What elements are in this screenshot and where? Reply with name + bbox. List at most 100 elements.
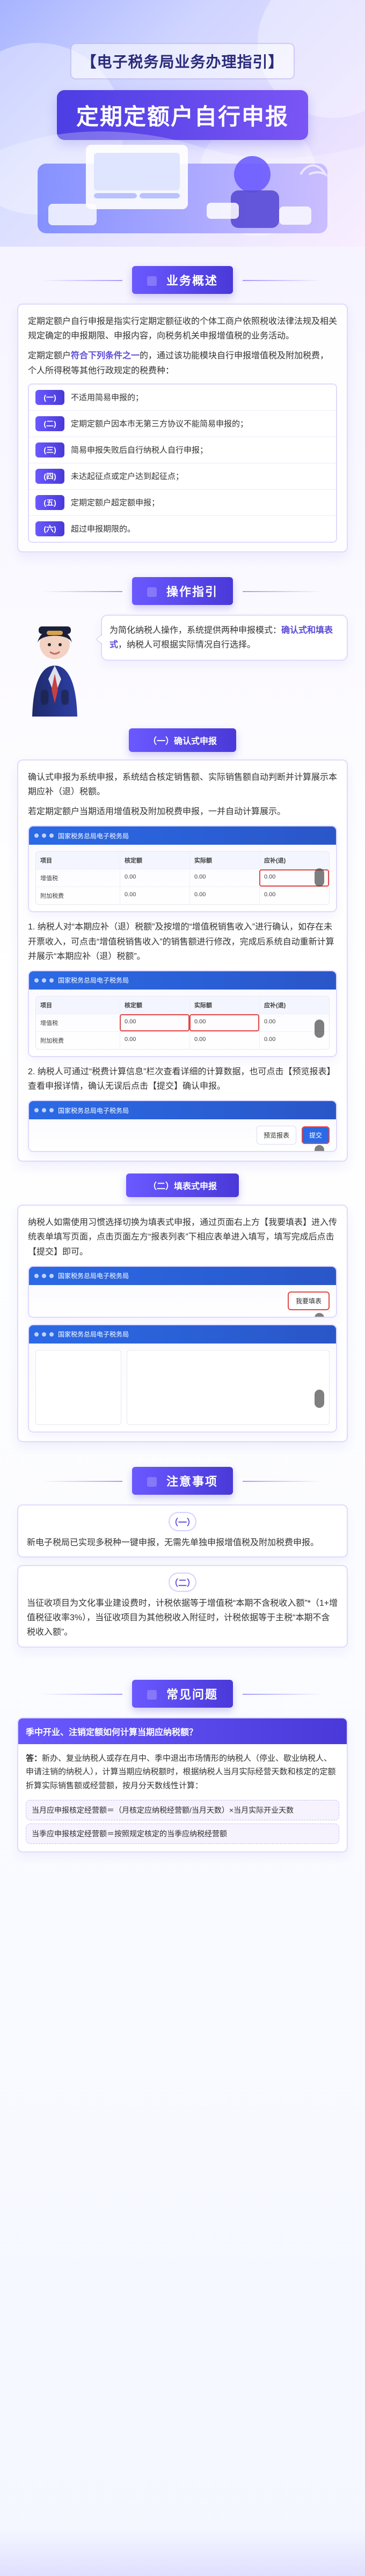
notes-icon [147,1477,157,1487]
condition-tag: (四) [35,468,64,484]
faq-label: 常见问题 [166,1687,218,1701]
calc-cell: 增值税 [40,1020,58,1027]
notes-pill: 注意事项 [41,1466,233,1495]
faq-formula: 当月应申报核定经营额＝（月核定应纳税经营额/当月天数）×当月实际开业天数 [26,1800,339,1821]
conditions-list: (一) 不适用简易申报的； (二) 定期定额户因本市无第三方协议不能简易申报的；… [28,383,337,543]
screenshot-content: 预览报表 提交 [29,1119,336,1152]
overview-pill: 业务概述 [41,266,233,294]
screenshot-form-toolbar: 国家税务总局电子税务局 我要填表 [28,1265,337,1318]
screenshot-titlebar: 国家税务总局电子税务局 [29,1266,336,1285]
calc-header-cell: 核定额 [120,852,189,869]
condition-tag: (三) [35,442,64,457]
window-dot [42,1273,46,1278]
screenshot-confirm-overview: 国家税务总局电子税务局 项目 核定额 实际额 应补(退) 增值税 0.00 0.… [28,825,337,913]
screenshot-titlebar: 国家税务总局电子税务局 [29,1101,336,1120]
window-dot [42,978,46,983]
hero-subtitle: 【电子税务局业务办理指引】 [70,43,295,79]
condition-tag: (五) [35,494,64,510]
side-floating-handle[interactable] [315,1019,324,1038]
operation-speech-bubble: 为简化纳税人操作，系统提供两种申报模式：确认式和填表式，纳税人可根据实际情况自行… [96,614,348,661]
window-dot [34,1273,39,1278]
confirm-paragraph-1: 确认式申报为系统申报，系统结合核定销售额、实际销售额自动判断并计算展示本期应补（… [28,772,338,796]
note-item: （二） 当征收项目为文化事业建设费时，计税依据等于增值税“本期不含税收入额”*（… [17,1565,348,1648]
screenshot-content: 我要填表 [29,1285,336,1317]
note-item: （一） 新电子税局已实现多税种一键申报，无需先单独申报增值税及附加税费申报。 [17,1504,348,1558]
condition-item: (三) 简易申报失败后自行纳税人自行申报； [29,436,336,463]
screenshot-content [29,1343,336,1431]
confirm-paragraph-2: 若定期定额户当期适用增值税及附加税费申报，一并自动计算展示。 [28,807,286,817]
calc-table: 项目 核定额 实际额 应补(退) 增值税 0.00 0.00 0.00 附加税费… [35,851,330,905]
calc-table-header: 项目 核定额 实际额 应补(退) [36,996,329,1014]
faq-pill: 常见问题 [41,1679,233,1708]
window-dot [34,1332,39,1337]
preview-report-button[interactable]: 预览报表 [256,1126,296,1145]
screenshot-confirm-step1: 国家税务总局电子税务局 项目 核定额 实际额 应补(退) 增值税 0.00 0.… [28,970,337,1057]
operation-section: 操作指引 为简化纳税人操作，系统提供两种申报模式：确认式和填表式，纳税人可根据实… [0,558,365,1448]
faq-answer-prefix: 答： [26,1753,42,1763]
screenshot-titlebar: 国家税务总局电子税务局 [29,826,336,845]
hero-banner: 【电子税务局业务办理指引】 定期定额户自行申报 [0,0,365,247]
overview-paragraph-1: 定期定额户自行申报是指实行定期定额征收的个体工商户依照税收法律法规及相关规定确定… [28,317,338,341]
screenshot-title: 国家税务总局电子税务局 [58,1106,129,1114]
window-dots [34,1273,54,1278]
faq-card: 季中开业、注销定额如何计算当期应纳税额？ 答：新办、复业纳税人或存在月中、季中退… [17,1717,348,1853]
condition-text: 简易申报失败后自行纳税人自行申报； [71,446,208,455]
window-dot [49,978,54,983]
form-card: 纳税人如需使用习惯选择切换为填表式申报，通过页面右上方【我要填表】进入传统表单填… [17,1205,348,1442]
calc-table-row: 增值税 0.00 0.00 0.00 [36,869,329,887]
calc-header-cell: 项目 [40,858,52,865]
window-dot [49,1108,54,1113]
window-dots [34,978,54,983]
screenshot-form-editor: 国家税务总局电子税务局 [28,1324,337,1433]
operation-pill: 操作指引 [41,577,233,605]
form-mode-pill: （二）填表式申报 [126,1173,239,1198]
confirm-mode-pill: （一）确认式申报 [129,728,236,752]
side-floating-handle[interactable] [315,868,324,887]
fill-form-button[interactable]: 我要填表 [287,1291,330,1310]
overview-label: 业务概述 [166,274,218,287]
calc-table-row: 附加税费 0.00 0.00 0.00 [36,887,329,905]
condition-text: 定期定额户因本市无第三方协议不能简易申报的； [71,419,249,429]
faq-answer-text: 新办、复业纳税人或存在月中、季中退出市场情形的纳税人（停业、歇业纳税人、申请注销… [26,1753,336,1790]
condition-text: 超过申报期限的。 [71,525,136,534]
operation-intro: 为简化纳税人操作，系统提供两种申报模式：确认式和填表式，纳税人可根据实际情况自行… [17,614,348,717]
condition-tag: (一) [35,389,64,405]
overview-card: 定期定额户自行申报是指实行定期定额征收的个体工商户依照税收法律法规及相关规定确定… [17,304,348,552]
desk-illustration [0,131,365,247]
note-text: 当征收项目为文化事业建设费时，计税依据等于增值税“本期不含税收入额”*（1+增值… [27,1599,338,1637]
faq-header: 常见问题 [17,1679,348,1708]
operation-intro-suffix: ，纳税人可根据实际情况自行选择。 [118,640,256,649]
side-floating-handle[interactable] [315,1389,324,1408]
window-dot [42,1332,46,1337]
screenshot-title: 国家税务总局电子税务局 [58,1331,129,1339]
calc-cell: 0.00 [189,869,259,887]
window-dot [49,833,54,838]
window-dot [49,1332,54,1337]
screenshot-content: 项目 核定额 实际额 应补(退) 增值税 0.00 0.00 0.00 附加税费… [29,989,336,1056]
calc-cell: 0.00 [120,887,189,905]
bottom-decor [0,2528,365,2576]
calc-cell: 增值税 [40,875,58,882]
window-dot [34,1108,39,1113]
faq-icon [147,1689,157,1700]
calc-cell: 0.00 [120,869,189,887]
calc-cell-highlight: 0.00 [120,1014,189,1031]
screenshot-title: 国家税务总局电子税务局 [58,832,129,840]
calc-cell: 0.00 [189,1031,259,1049]
submit-button[interactable]: 提交 [301,1126,330,1145]
calc-cell: 附加税费 [40,1037,64,1044]
calc-header-cell: 应补(退) [259,852,329,869]
calc-header-cell: 项目 [40,1002,52,1009]
calc-table-row: 增值税 0.00 0.00 0.00 [36,1013,329,1031]
notes-section: 注意事项 （一） 新电子税局已实现多税种一键申报，无需先单独申报增值税及附加税费… [0,1448,365,1660]
calc-header-cell: 实际额 [189,996,259,1014]
calc-table-row: 附加税费 0.00 0.00 0.00 [36,1031,329,1049]
window-dots [34,833,54,838]
operation-intro-prefix: 为简化纳税人操作，系统提供两种申报模式： [110,625,282,635]
form-editor-layout [35,1349,330,1425]
side-floating-handle[interactable] [315,1145,324,1152]
calc-cell-highlight: 0.00 [189,1014,259,1031]
condition-item: (五) 定期定额户超定额申报； [29,489,336,515]
overview-p2-highlight: 符合下列条件之一 [71,351,140,361]
calc-header-cell: 实际额 [189,852,259,869]
